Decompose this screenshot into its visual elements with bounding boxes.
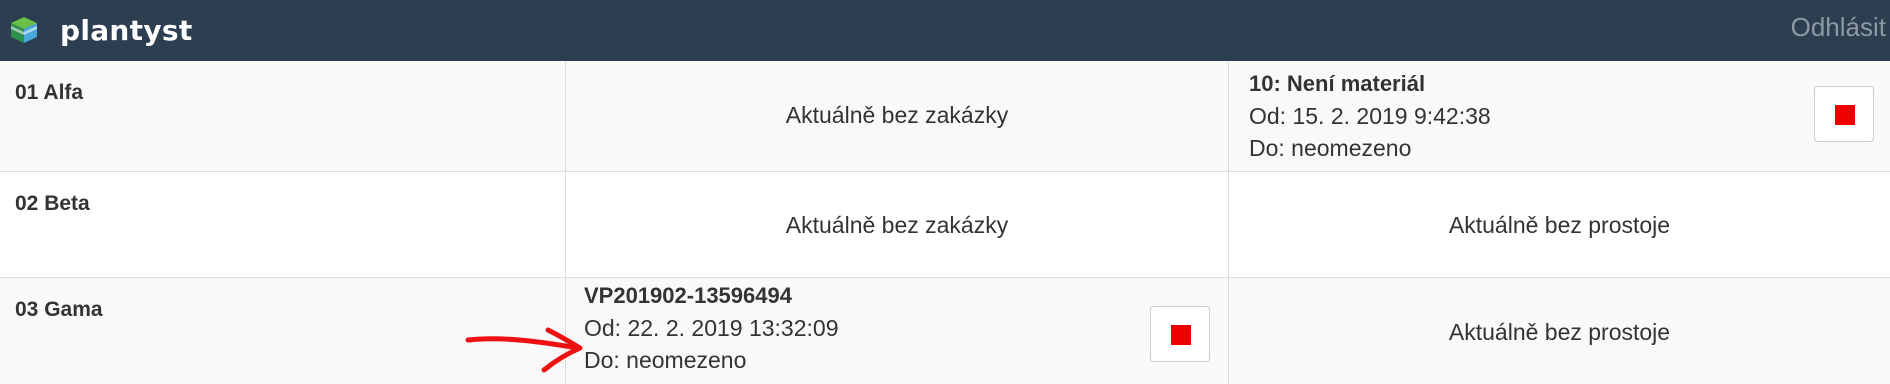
stop-downtime-button[interactable] (1814, 86, 1874, 142)
brand-link[interactable]: plantyst (8, 8, 193, 52)
order-number: VP201902-13596494 (584, 283, 792, 308)
machine-name: 03 Gama (15, 298, 103, 321)
downtime-cell: 10: Není materiál Od: 15. 2. 2019 9:42:3… (1229, 61, 1890, 171)
order-cell: Aktuálně bez zakázky (566, 61, 1229, 171)
table-row: 02 Beta Aktuálně bez zakázky Aktuálně be… (0, 172, 1890, 278)
no-order-text: Aktuálně bez zakázky (785, 102, 1009, 128)
order-from: Od: 22. 2. 2019 13:32:09 (584, 315, 839, 341)
table-row: 01 Alfa Aktuálně bez zakázky 10: Není ma… (0, 61, 1890, 172)
no-downtime-text: Aktuálně bez prostoje (1448, 212, 1671, 238)
order-to: Do: neomezeno (584, 347, 747, 373)
annotation-arrow-icon (465, 327, 583, 373)
brand-name: plantyst (60, 13, 193, 47)
no-downtime-text: Aktuálně bez prostoje (1448, 319, 1671, 345)
downtime-reason: 10: Není materiál (1249, 71, 1426, 96)
downtime-to: Do: neomezeno (1249, 135, 1412, 161)
order-detail: VP201902-13596494 Od: 22. 2. 2019 13:32:… (584, 280, 838, 376)
stop-icon (1835, 105, 1855, 125)
stop-order-button[interactable] (1150, 306, 1210, 362)
downtime-cell: Aktuálně bez prostoje (1229, 278, 1890, 384)
order-cell: Aktuálně bez zakázky (566, 172, 1229, 277)
top-navbar: plantyst Odhlásit (0, 0, 1890, 61)
logout-link[interactable]: Odhlásit (1791, 12, 1886, 43)
downtime-from: Od: 15. 2. 2019 9:42:38 (1249, 103, 1491, 129)
machine-cell: 01 Alfa (0, 61, 566, 171)
table-row: 03 Gama VP201902-13596494 Od: 22. 2. 201… (0, 278, 1890, 384)
no-order-text: Aktuálně bez zakázky (785, 212, 1009, 238)
order-cell: VP201902-13596494 Od: 22. 2. 2019 13:32:… (566, 278, 1229, 384)
downtime-cell: Aktuálně bez prostoje (1229, 172, 1890, 277)
downtime-detail: 10: Není materiál Od: 15. 2. 2019 9:42:3… (1249, 68, 1491, 164)
machine-name: 01 Alfa (15, 81, 84, 104)
stop-icon (1171, 325, 1191, 345)
machine-cell: 02 Beta (0, 172, 566, 277)
machine-name: 02 Beta (15, 192, 90, 215)
plantyst-logo-icon (11, 17, 37, 43)
